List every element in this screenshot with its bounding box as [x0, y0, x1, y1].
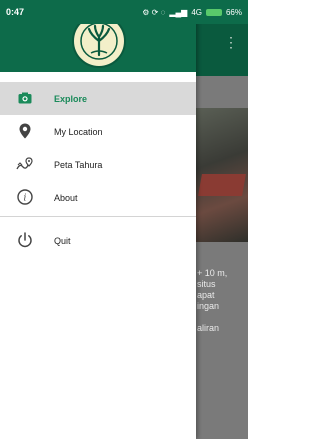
- background-text-line: + 10 m,: [197, 268, 228, 278]
- status-time: 0:47: [6, 7, 25, 17]
- menu-divider: [0, 216, 196, 217]
- menu-item-quit[interactable]: Quit: [0, 224, 196, 257]
- menu-item-label: Quit: [54, 235, 71, 246]
- svg-text:i: i: [24, 194, 27, 204]
- signal-icon: ▂▄▆: [169, 7, 188, 17]
- notification-icons: ⚙ ⟳ ◌: [142, 7, 166, 17]
- menu-item-label: Peta Tahura: [54, 159, 103, 170]
- menu-item-label: Explore: [54, 93, 88, 104]
- background-text-line: ingan: [197, 301, 220, 311]
- location-pin-icon: [16, 122, 34, 140]
- info-icon: i: [16, 188, 34, 206]
- map-icon: [16, 155, 34, 173]
- quit-section: Quit: [0, 224, 196, 257]
- battery-level: 66%: [225, 7, 242, 17]
- navigation-drawer: Explore My Location Peta Tahura i About …: [0, 0, 196, 439]
- menu-item-explore[interactable]: Explore: [0, 82, 196, 115]
- menu-item-about[interactable]: i About: [0, 181, 196, 214]
- menu-item-label: About: [54, 192, 78, 203]
- background-text-line: situs: [197, 279, 216, 289]
- status-bar: 0:47 ⚙ ⟳ ◌ ▂▄▆ 4G 66%: [0, 0, 248, 24]
- power-icon: [16, 231, 34, 249]
- overflow-menu-icon[interactable]: ⋮: [224, 35, 238, 49]
- status-icons: ⚙ ⟳ ◌ ▂▄▆ 4G 66%: [142, 8, 242, 17]
- menu-item-label: My Location: [54, 126, 103, 137]
- menu-item-peta-tahura[interactable]: Peta Tahura: [0, 148, 196, 181]
- network-type: 4G: [191, 7, 202, 17]
- background-text-line: aliran: [197, 323, 220, 333]
- menu-item-my-location[interactable]: My Location: [0, 115, 196, 148]
- background-text-line: apat: [197, 290, 215, 300]
- drawer-menu: Explore My Location Peta Tahura i About: [0, 82, 196, 214]
- camera-icon: [16, 89, 34, 107]
- battery-icon: [205, 8, 222, 16]
- background-photo-roof: [198, 174, 246, 196]
- background-text: + 10 m, situs apat ingan aliran: [197, 268, 257, 334]
- tree-emblem-icon: [80, 22, 118, 60]
